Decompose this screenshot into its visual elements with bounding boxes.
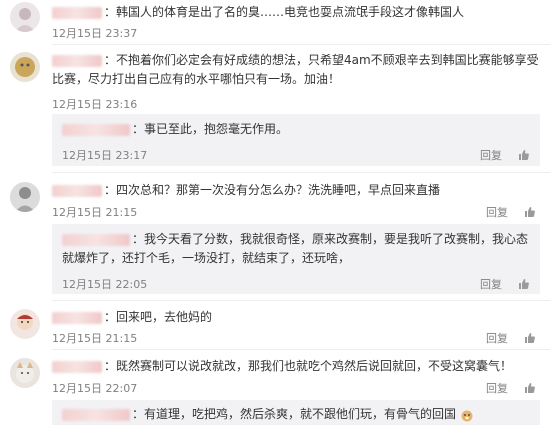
avatar[interactable]	[10, 358, 40, 388]
reply-button[interactable]: 回复	[486, 330, 508, 346]
comment-text: ：韩国人的体育是出了名的臭……电竞也耍点流氓手段这才像韩国人	[52, 3, 540, 22]
username[interactable]	[52, 6, 102, 19]
divider	[52, 172, 550, 173]
thumbs-up-icon[interactable]	[518, 278, 530, 290]
username[interactable]	[52, 54, 102, 67]
username[interactable]	[62, 233, 130, 246]
comment-text: ：回来吧，去他妈的	[52, 308, 540, 327]
reply-thread: ：我今天看了分数，我就很奇怪，原来改赛制，要是我听了改赛制，我心态就爆炸了，还打…	[52, 224, 540, 294]
avatar[interactable]	[10, 309, 40, 339]
username[interactable]	[62, 123, 130, 136]
timestamp: 12月15日 23:17	[62, 149, 148, 162]
username[interactable]	[52, 311, 102, 324]
reply-button[interactable]: 回复	[480, 276, 502, 292]
comment-text: ：事已至此，抱怨毫无作用。	[62, 120, 530, 139]
comment-text: ：有道理，吃把鸡，然后杀爽，就不跟他们玩，有骨气的回国	[62, 405, 530, 424]
username[interactable]	[52, 360, 102, 373]
timestamp: 12月15日 21:15	[52, 332, 138, 345]
avatar[interactable]	[10, 182, 40, 212]
timestamp: 12月15日 23:37	[52, 27, 138, 40]
reply-thread: ：有道理，吃把鸡，然后杀爽，就不跟他们玩，有骨气的回国	[52, 400, 540, 425]
thumbs-up-icon[interactable]	[518, 149, 530, 161]
username[interactable]	[52, 184, 102, 197]
timestamp: 12月15日 23:16	[52, 98, 138, 111]
reply-thread: ：事已至此，抱怨毫无作用。 12月15日 23:17 回复	[52, 114, 540, 166]
avatar[interactable]	[10, 2, 40, 32]
username[interactable]	[62, 408, 130, 421]
timestamp: 12月15日 22:05	[62, 278, 148, 291]
divider	[52, 300, 550, 301]
dog-emoji-icon	[461, 410, 473, 421]
comment-actions: 回复	[486, 380, 536, 396]
reply-button[interactable]: 回复	[480, 147, 502, 163]
comment-text: ：我今天看了分数，我就很奇怪，原来改赛制，要是我听了改赛制，我心态就爆炸了，还打…	[62, 232, 529, 265]
reply-button[interactable]: 回复	[486, 204, 508, 220]
divider	[52, 44, 550, 45]
avatar[interactable]	[10, 52, 40, 82]
reply-button[interactable]: 回复	[486, 380, 508, 396]
timestamp: 12月15日 21:15	[52, 206, 138, 219]
comment-text: ：四次总和？那第一次没有分怎么办？洗洗睡吧，早点回来直播	[52, 181, 540, 200]
comment-actions: 回复	[480, 276, 530, 292]
timestamp: 12月15日 22:07	[52, 382, 138, 395]
thumbs-up-icon[interactable]	[524, 382, 536, 394]
comment-text: ：不抱着你们必定会有好成绩的想法，只希望4am不顾艰辛去到韩国比赛能够享受比赛，…	[52, 53, 539, 86]
thumbs-up-icon[interactable]	[524, 332, 536, 344]
comment-actions: 回复	[480, 147, 530, 163]
divider	[52, 349, 550, 350]
thumbs-up-icon[interactable]	[524, 206, 536, 218]
comment-actions: 回复	[486, 204, 536, 220]
comment-text: ：既然赛制可以说改就改，那我们也就吃个鸡然后说回就回，不受这窝囊气！	[52, 357, 540, 376]
comment-actions: 回复	[486, 330, 536, 346]
